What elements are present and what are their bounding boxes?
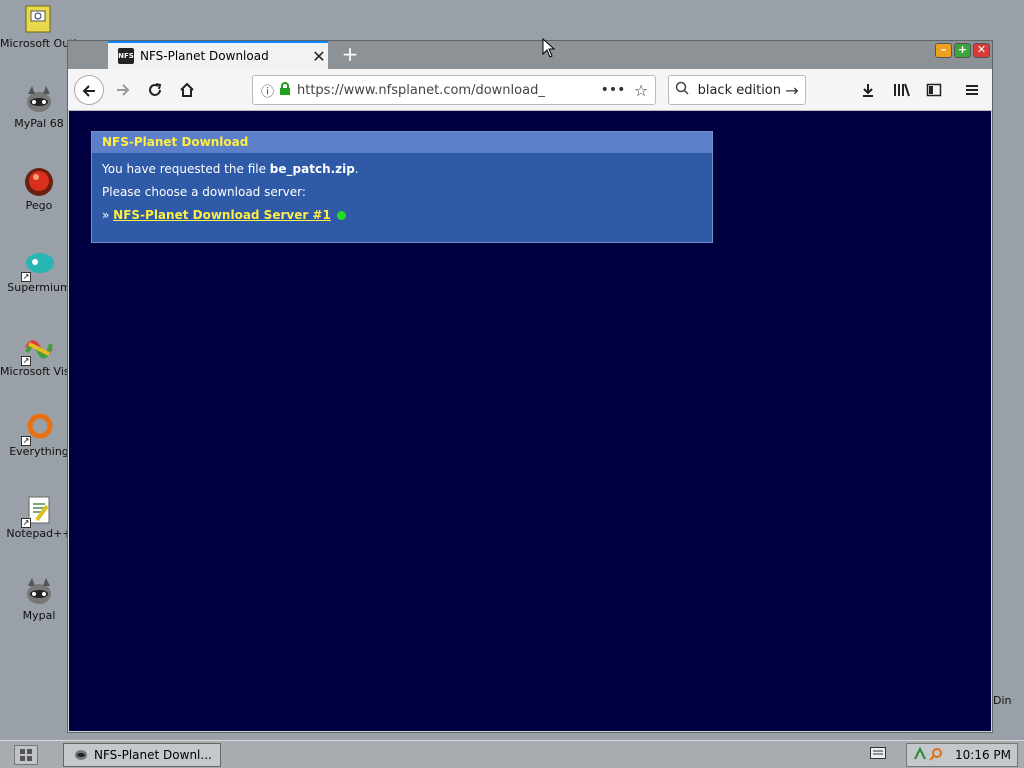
bird-icon: ↗ [21,248,55,282]
bookmark-star-icon[interactable]: ☆ [627,81,655,100]
search-bar[interactable]: → [668,75,806,105]
requested-suffix: . [354,162,359,176]
library-icon [894,83,910,97]
requested-file-text: You have requested the file be_patch.zip… [92,162,712,176]
start-grid-icon [20,749,32,761]
home-button[interactable] [172,75,202,105]
search-ring-icon: ↗ [21,412,55,446]
download-box: NFS-Planet Download You have requested t… [91,131,713,243]
desktop-partial-label: Din [993,694,1012,707]
requested-filename: be_patch.zip [269,162,355,176]
outlook-icon [23,4,55,36]
keyboard-icon[interactable] [870,747,886,761]
raccoon-icon [23,576,55,608]
search-input[interactable] [697,82,781,98]
page-actions-menu-icon[interactable]: ••• [599,82,627,98]
hamburger-menu-button[interactable] [958,75,986,105]
red-orb-icon [23,166,55,198]
maximize-button[interactable]: + [954,43,971,58]
network-icon[interactable] [913,746,929,764]
window-controls: – + ✕ [935,43,990,58]
page-content: NFS-Planet Download You have requested t… [69,111,991,731]
home-icon [180,82,194,97]
search-go-icon[interactable]: → [781,81,803,100]
taskbar: NFS-Planet Downl... 10:16 PM [0,740,1024,768]
library-button[interactable] [888,75,916,105]
arrow-right-icon [117,84,130,96]
choose-server-text: Please choose a download server: [102,185,306,199]
system-tray: 10:16 PM [906,743,1018,767]
raccoon-icon [74,747,90,764]
start-menu-button[interactable] [14,745,38,765]
site-favicon-icon: NFS [118,48,134,64]
requested-prefix: You have requested the file [102,162,270,176]
sidebar-icon [926,83,942,97]
tab-close-icon[interactable]: ✕ [310,47,328,66]
raccoon-icon [23,84,55,116]
reload-button[interactable] [140,75,170,105]
forward-button[interactable] [108,75,138,105]
back-button[interactable] [74,75,104,105]
tab-bar: NFS NFS-Planet Download ✕ + – + ✕ [68,41,992,69]
reload-icon [149,83,162,96]
mouse-cursor-icon [542,37,556,63]
search-icon[interactable] [929,747,945,764]
taskbar-item-nfs-planet[interactable]: NFS-Planet Downl... [63,743,221,767]
downloads-button[interactable] [854,75,882,105]
url-input[interactable] [297,82,599,98]
info-icon[interactable]: ⓘ [261,81,279,100]
arrow-left-icon [82,85,95,97]
link-bullet: » [102,208,114,222]
download-box-title: NFS-Planet Download [92,132,712,153]
download-arrow-icon [863,84,873,97]
address-bar[interactable]: ⓘ ••• ☆ [252,75,656,105]
new-tab-button[interactable]: + [338,43,362,67]
close-window-button[interactable]: ✕ [973,43,990,58]
search-icon [675,81,697,99]
download-server-1-link[interactable]: NFS-Planet Download Server #1 [113,208,331,222]
server-list-item: » NFS-Planet Download Server #1 [92,208,712,222]
system-clock[interactable]: 10:16 PM [955,748,1011,762]
lock-icon[interactable] [279,82,297,98]
shortcut-arrow-icon: ↗ [21,436,31,446]
tab-nfs-planet-download[interactable]: NFS NFS-Planet Download ✕ [108,41,328,69]
taskbar-item-label: NFS-Planet Downl... [94,748,212,762]
visual-studio-icon: ↗ [21,332,55,366]
sidebar-button[interactable] [920,75,948,105]
shortcut-arrow-icon: ↗ [21,518,31,528]
shortcut-arrow-icon: ↗ [21,356,31,366]
tab-title: NFS-Planet Download [140,49,269,63]
server-online-status-icon [336,211,346,220]
minimize-button[interactable]: – [935,43,952,58]
navigation-toolbar: ⓘ ••• ☆ → [68,69,992,111]
browser-window: NFS NFS-Planet Download ✕ + – + ✕ ⓘ http… [67,40,993,733]
notepad-icon: ↗ [21,494,55,528]
hamburger-icon [966,85,978,95]
shortcut-arrow-icon: ↗ [21,272,31,282]
